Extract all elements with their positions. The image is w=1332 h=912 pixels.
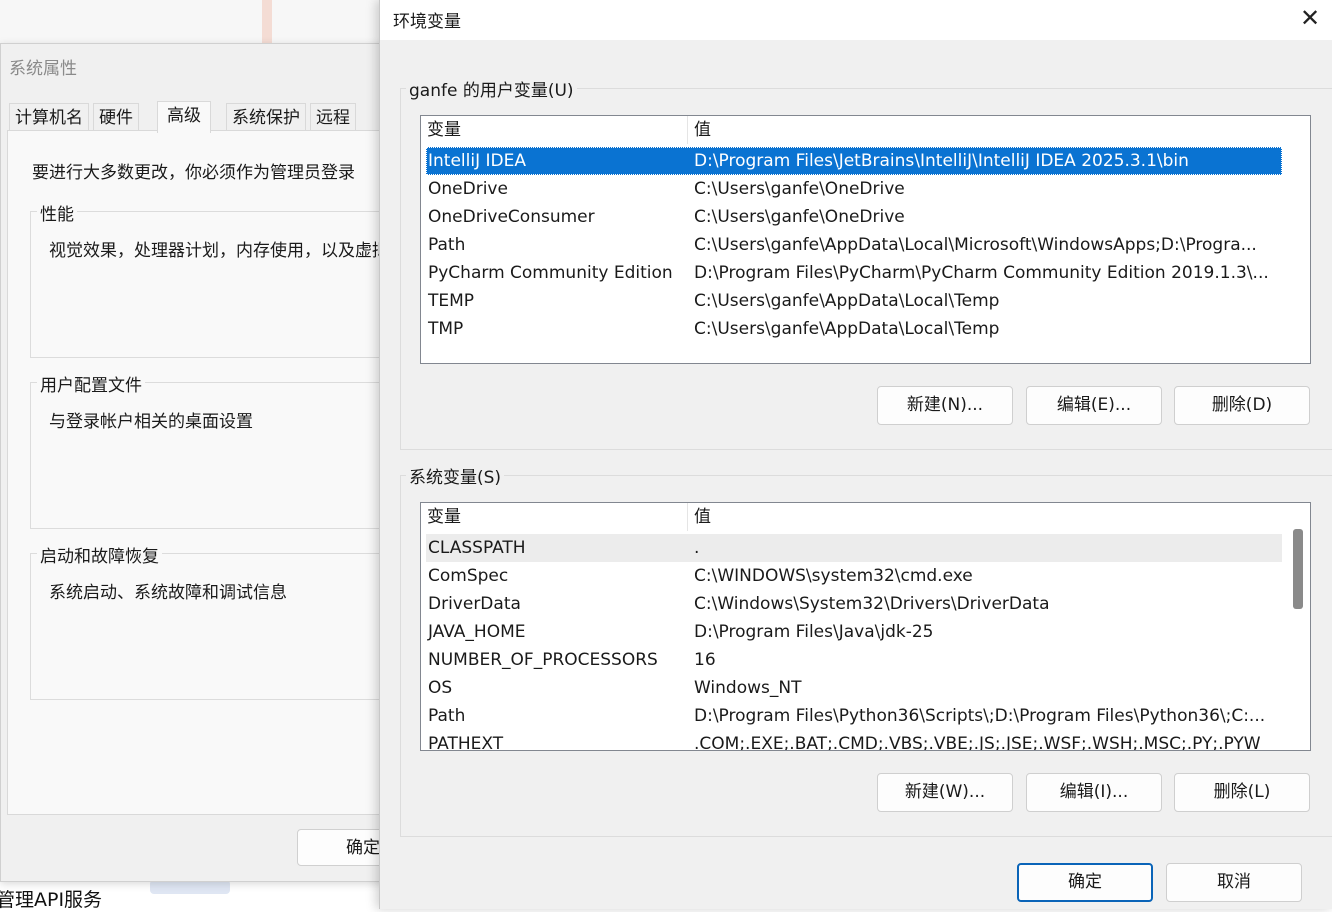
admin-note: 要进行大多数更改，你必须作为管理员登录 [32, 163, 355, 183]
variable-name: OneDriveConsumer [428, 207, 595, 227]
system-properties-window: 系统属性 计算机名 硬件 高级 系统保护 远程 要进行大多数更改，你必须作为管理… [0, 43, 423, 882]
section-title: 系统变量(S) [406, 463, 505, 488]
desktop-decoration [262, 0, 272, 44]
column-header-value[interactable]: 值 [688, 116, 1274, 144]
variable-value: C:\Users\ganfe\AppData\Local\Temp [694, 291, 1000, 311]
user-new-button[interactable]: 新建(N)... [877, 386, 1013, 425]
title-bar: 环境变量 ✕ [380, 0, 1332, 40]
variable-name: CLASSPATH [428, 538, 526, 558]
list-header: 变量 值 [421, 503, 1282, 531]
list-item[interactable]: OS Windows_NT [426, 674, 1282, 702]
group-title: 启动和故障恢复 [37, 542, 162, 567]
variable-value: D:\Program Files\Python36\Scripts\;D:\Pr… [694, 706, 1266, 726]
group-description: 与登录帐户相关的桌面设置 [49, 412, 253, 432]
variable-name: Path [428, 706, 466, 726]
list-item[interactable]: CLASSPATH . [426, 534, 1282, 562]
variable-name: JAVA_HOME [428, 622, 526, 642]
variable-value: C:\Windows\System32\Drivers\DriverData [694, 594, 1050, 614]
variable-value: . [694, 538, 700, 558]
variable-value: .COM;.EXE;.BAT;.CMD;.VBS;.VBE;.JS;.JSE;.… [694, 734, 1261, 751]
dialog-title: 环境变量 [393, 12, 461, 32]
tab-system-protection[interactable]: 系统保护 [226, 103, 306, 132]
list-item[interactable]: Path C:\Users\ganfe\AppData\Local\Micros… [426, 231, 1282, 259]
ok-button[interactable]: 确定 [1017, 863, 1153, 902]
variable-name: NUMBER_OF_PROCESSORS [428, 650, 658, 670]
variable-name: OS [428, 678, 453, 698]
group-description: 系统启动、系统故障和调试信息 [49, 583, 287, 603]
tab-computer-name[interactable]: 计算机名 [9, 103, 89, 132]
group-startup-recovery: 启动和故障恢复 系统启动、系统故障和调试信息 [30, 542, 386, 700]
desktop-decoration [150, 880, 230, 894]
variable-name: OneDrive [428, 179, 508, 199]
group-title: 用户配置文件 [37, 371, 145, 396]
tab-hardware[interactable]: 硬件 [93, 103, 139, 132]
list-item[interactable]: NUMBER_OF_PROCESSORS 16 [426, 646, 1282, 674]
list-item[interactable]: TMP C:\Users\ganfe\AppData\Local\Temp [426, 315, 1282, 343]
variable-value: D:\Program Files\JetBrains\IntelliJ\Inte… [694, 151, 1189, 171]
list-item[interactable]: OneDrive C:\Users\ganfe\OneDrive [426, 175, 1282, 203]
variable-value: 16 [694, 650, 716, 670]
column-header-value[interactable]: 值 [688, 503, 1274, 531]
variable-value: C:\Users\ganfe\AppData\Local\Microsoft\W… [694, 235, 1257, 255]
variable-value: C:\WINDOWS\system32\cmd.exe [694, 566, 973, 586]
user-variables-list[interactable]: 变量 值 IntelliJ IDEA D:\Program Files\JetB… [420, 115, 1311, 364]
cancel-button[interactable]: 取消 [1166, 863, 1302, 902]
list-item[interactable]: ComSpec C:\WINDOWS\system32\cmd.exe [426, 562, 1282, 590]
background-app-text: 管理API服务 [0, 889, 103, 911]
system-edit-button[interactable]: 编辑(I)... [1026, 773, 1162, 812]
variable-value: D:\Program Files\Java\jdk-25 [694, 622, 934, 642]
variable-name: PyCharm Community Edition [428, 263, 673, 283]
variable-name: IntelliJ IDEA [428, 151, 526, 171]
group-user-profiles: 用户配置文件 与登录帐户相关的桌面设置 [30, 371, 386, 529]
tab-strip: 计算机名 硬件 高级 系统保护 远程 [9, 101, 409, 133]
group-performance: 性能 视觉效果，处理器计划，内存使用，以及虚拟内存 [30, 200, 423, 358]
list-item[interactable]: TEMP C:\Users\ganfe\AppData\Local\Temp [426, 287, 1282, 315]
variable-name: TEMP [428, 291, 475, 311]
list-item[interactable]: PATHEXT .COM;.EXE;.BAT;.CMD;.VBS;.VBE;.J… [426, 730, 1282, 751]
column-header-variable[interactable]: 变量 [421, 503, 688, 531]
variable-name: Path [428, 235, 466, 255]
group-title: 性能 [37, 200, 77, 225]
tab-remote[interactable]: 远程 [310, 103, 356, 132]
list-item[interactable]: DriverData C:\Windows\System32\Drivers\D… [426, 590, 1282, 618]
variable-value: Windows_NT [694, 678, 802, 698]
environment-variables-dialog: 环境变量 ✕ ganfe 的用户变量(U) 变量 值 IntelliJ IDEA… [379, 0, 1332, 909]
system-new-button[interactable]: 新建(W)... [877, 773, 1013, 812]
variable-name: ComSpec [428, 566, 509, 586]
variable-value: C:\Users\ganfe\OneDrive [694, 179, 905, 199]
section-title: ganfe 的用户变量(U) [406, 76, 577, 101]
list-item[interactable]: PyCharm Community Edition D:\Program Fil… [426, 259, 1282, 287]
list-header: 变量 值 [421, 116, 1282, 144]
desktop-background-top [0, 0, 380, 44]
system-delete-button[interactable]: 删除(L) [1174, 773, 1310, 812]
variable-value: C:\Users\ganfe\OneDrive [694, 207, 905, 227]
list-item[interactable]: Path D:\Program Files\Python36\Scripts\;… [426, 702, 1282, 730]
column-header-variable[interactable]: 变量 [421, 116, 688, 144]
list-item[interactable]: OneDriveConsumer C:\Users\ganfe\OneDrive [426, 203, 1282, 231]
user-edit-button[interactable]: 编辑(E)... [1026, 386, 1162, 425]
variable-name: TMP [428, 319, 464, 339]
user-delete-button[interactable]: 删除(D) [1174, 386, 1310, 425]
variable-value: D:\Program Files\PyCharm\PyCharm Communi… [694, 263, 1269, 283]
window-title: 系统属性 [9, 59, 77, 79]
scrollbar-thumb[interactable] [1293, 529, 1303, 609]
list-item[interactable]: JAVA_HOME D:\Program Files\Java\jdk-25 [426, 618, 1282, 646]
variable-name: DriverData [428, 594, 521, 614]
tab-advanced[interactable]: 高级 [157, 101, 211, 133]
vertical-scrollbar[interactable] [1283, 503, 1310, 750]
group-description: 视觉效果，处理器计划，内存使用，以及虚拟内存 [49, 241, 423, 261]
system-variables-list[interactable]: 变量 值 CLASSPATH . ComSpec C:\WINDOWS\syst… [420, 502, 1311, 751]
desktop-background-bottom: 管理API服务 [0, 880, 380, 911]
variable-name: PATHEXT [428, 734, 504, 751]
variable-value: C:\Users\ganfe\AppData\Local\Temp [694, 319, 1000, 339]
list-item[interactable]: IntelliJ IDEA D:\Program Files\JetBrains… [426, 147, 1282, 175]
close-icon[interactable]: ✕ [1287, 0, 1332, 38]
